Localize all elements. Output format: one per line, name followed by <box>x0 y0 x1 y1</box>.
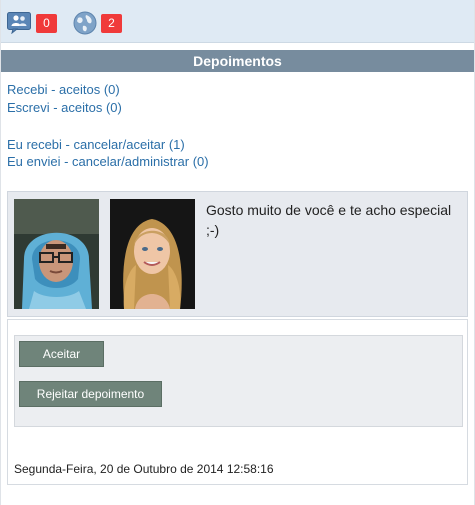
notifications-badge: 2 <box>101 14 122 33</box>
wrote-accepted-link[interactable]: Escrevi - aceitos (0) <box>7 100 122 115</box>
accept-button[interactable]: Aceitar <box>19 341 104 367</box>
sent-pending-link[interactable]: Eu enviei - cancelar/administrar (0) <box>7 154 209 169</box>
action-panel: Aceitar Rejeitar depoimento Segunda-Feir… <box>7 319 468 485</box>
friend-requests-badge: 0 <box>36 14 57 33</box>
top-notification-bar: 0 2 <box>1 0 474 43</box>
received-pending-link[interactable]: Eu recebi - cancelar/aceitar (1) <box>7 137 185 152</box>
testimonial-card: Gosto muito de você e te acho especial ;… <box>7 191 468 317</box>
testimonials-page: 0 2 Depoimentos Recebi - aceitos (0) Esc… <box>0 0 475 505</box>
received-accepted-link[interactable]: Recebi - aceitos (0) <box>7 82 120 97</box>
friend-requests-icon[interactable] <box>7 12 31 35</box>
section-title: Depoimentos <box>1 50 474 72</box>
author-avatar[interactable] <box>14 199 99 309</box>
recipient-avatar[interactable] <box>110 199 195 309</box>
reject-button[interactable]: Rejeitar depoimento <box>19 381 162 407</box>
action-buttons-group: Aceitar Rejeitar depoimento <box>14 335 463 427</box>
testimonial-date: Segunda-Feira, 20 de Outubro de 2014 12:… <box>14 462 274 476</box>
testimonial-text: Gosto muito de você e te acho especial ;… <box>206 202 452 238</box>
globe-icon[interactable] <box>73 11 97 35</box>
